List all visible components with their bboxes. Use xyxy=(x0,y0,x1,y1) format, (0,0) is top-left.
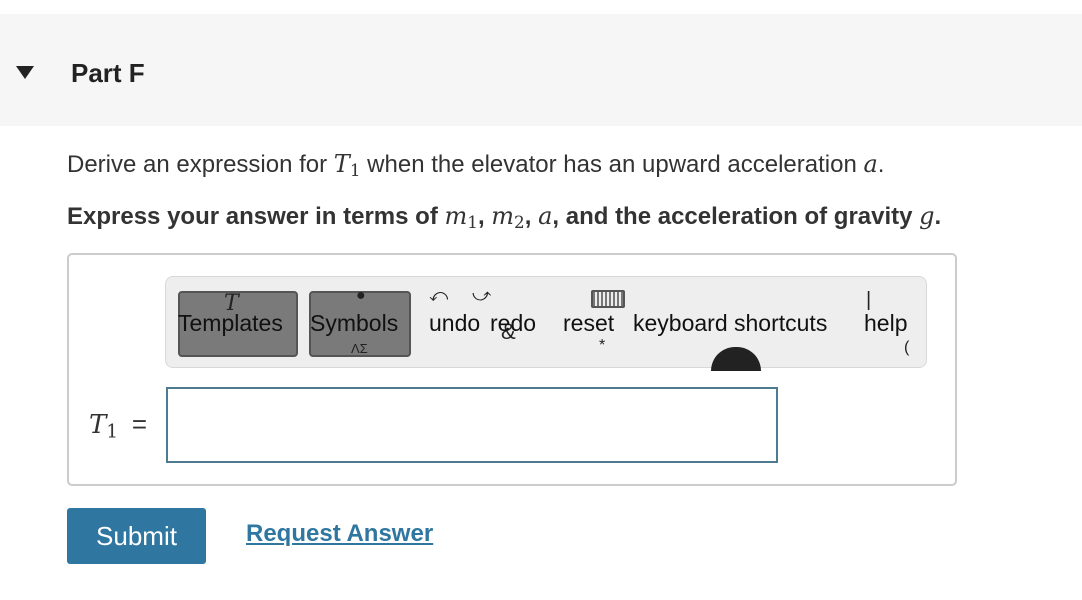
var-g: g xyxy=(919,202,935,230)
submit-button[interactable]: Submit xyxy=(67,508,206,564)
symbols-label: Symbols xyxy=(310,310,399,336)
reset-button[interactable]: reset xyxy=(563,310,614,337)
instruction-text: Express your answer in terms of m1, m2 , … xyxy=(67,202,941,232)
request-answer-link[interactable]: Request Answer xyxy=(246,520,433,548)
asterisk-glyph: * xyxy=(599,337,606,354)
templates-label: Templates xyxy=(178,310,283,336)
keyboard-icon xyxy=(591,290,625,308)
part-title: Part F xyxy=(71,58,145,88)
instruction-suffix: . xyxy=(934,203,942,230)
redo-button[interactable]: redo xyxy=(490,310,536,337)
redo-icon: ⤻ xyxy=(472,285,492,305)
separator: , xyxy=(477,203,492,230)
part-header[interactable]: Part F xyxy=(0,14,1082,126)
equals-sign: = xyxy=(131,409,148,439)
keyboard-shortcuts-button[interactable]: keyboard shortcuts xyxy=(633,310,827,337)
question-suffix: . xyxy=(877,151,885,178)
undo-button[interactable]: undo xyxy=(429,310,480,337)
var-a: a xyxy=(538,202,553,230)
help-icon: | xyxy=(866,289,872,311)
question-middle: when the elevator has an upward accelera… xyxy=(360,151,864,178)
symbols-glyph: ΛΣ xyxy=(351,341,368,356)
instruction-prefix: Express your answer in terms of xyxy=(67,203,445,230)
help-glyph: ( xyxy=(904,339,910,356)
var-a: a xyxy=(863,150,878,178)
lhs-var: T1 xyxy=(89,410,118,443)
var-T: T1 xyxy=(333,150,361,181)
answer-lhs: T1 = xyxy=(89,409,147,443)
symbols-icon: ● xyxy=(356,287,366,304)
math-toolbar: T ● ΛΣ ⤺ ⤻ & * | ( Templates Symbols und… xyxy=(165,276,927,371)
answer-input[interactable] xyxy=(166,387,778,463)
answer-box: T ● ΛΣ ⤺ ⤻ & * | ( Templates Symbols und… xyxy=(67,253,957,486)
var-m2: m2 xyxy=(491,202,525,233)
question-prefix: Derive an expression for xyxy=(67,151,334,178)
help-button[interactable]: help xyxy=(864,310,907,337)
separator: , xyxy=(524,203,539,230)
var-m1: m1 xyxy=(444,202,478,233)
instruction-middle: , and the acceleration of gravity xyxy=(552,203,920,230)
caret-down-icon[interactable] xyxy=(16,66,34,79)
keyboard-arc-icon xyxy=(711,347,761,371)
question-text: Derive an expression for T1 when the ele… xyxy=(67,150,884,180)
undo-icon: ⤺ xyxy=(429,285,449,305)
